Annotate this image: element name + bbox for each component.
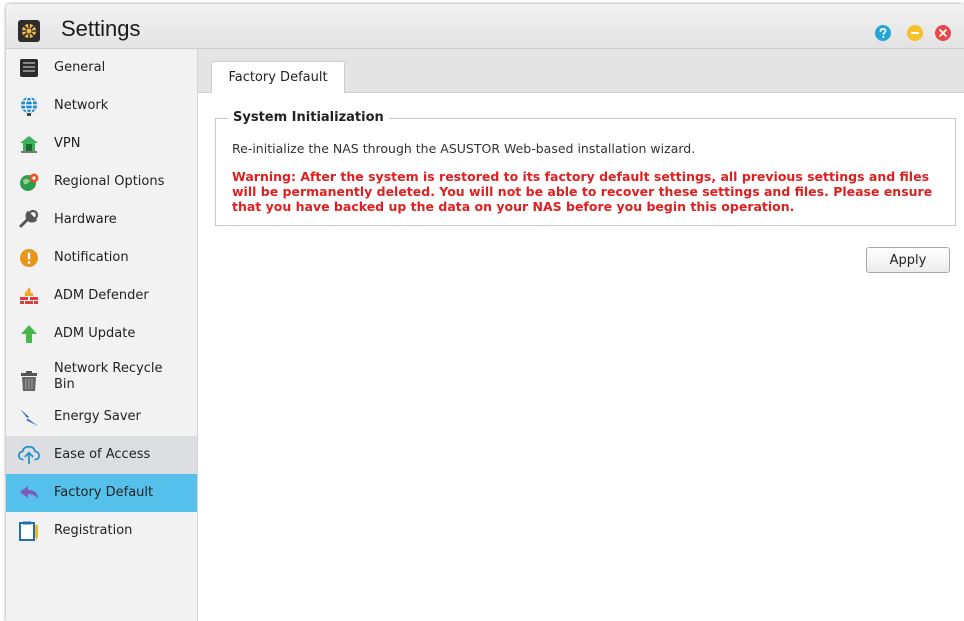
notification-icon	[18, 247, 40, 269]
network-globe-icon	[18, 95, 40, 117]
recycle-bin-icon	[18, 370, 40, 392]
adm-update-icon	[18, 323, 40, 345]
settings-app-icon	[18, 20, 40, 42]
sidebar-item-label: Regional Options	[54, 174, 165, 189]
sidebar-item-label: Network Recycle Bin	[54, 361, 163, 392]
sidebar-item-adm-update[interactable]: ADM Update	[6, 315, 197, 353]
vpn-icon	[18, 133, 40, 155]
adm-defender-icon	[18, 285, 40, 307]
sidebar-item-registration[interactable]: Registration	[6, 512, 197, 550]
sidebar-item-label: Energy Saver	[54, 409, 141, 424]
title-bar[interactable]: Settings	[6, 4, 964, 49]
sidebar-item-ease-of-access[interactable]: Ease of Access	[6, 436, 197, 474]
ease-of-access-icon	[18, 444, 40, 466]
sidebar-item-factory-default[interactable]: Factory Default	[6, 474, 197, 512]
warning-message: Warning: After the system is restored to…	[232, 169, 933, 214]
system-initialization-section: System Initialization Re-initialize the …	[215, 110, 956, 226]
tab-bar: Factory Default	[198, 49, 964, 93]
sidebar-item-regional-options[interactable]: Regional Options	[6, 163, 197, 201]
energy-saver-icon	[18, 406, 40, 428]
sidebar-item-label: Ease of Access	[54, 447, 151, 462]
sidebar: General Network VPN Regional Options Har…	[6, 49, 198, 621]
sidebar-item-network-recycle-bin[interactable]: Network Recycle Bin	[6, 353, 197, 401]
sidebar-item-label: VPN	[54, 136, 81, 151]
sidebar-item-label: Factory Default	[54, 485, 154, 500]
sidebar-item-label: ADM Defender	[54, 288, 149, 303]
sidebar-item-label: Network	[54, 98, 109, 113]
sidebar-item-network[interactable]: Network	[6, 87, 197, 125]
sidebar-item-adm-defender[interactable]: ADM Defender	[6, 277, 197, 315]
settings-window: Settings General Network VPN Regional Op…	[6, 4, 964, 621]
close-icon[interactable]	[935, 25, 951, 41]
general-icon	[18, 57, 40, 79]
apply-button[interactable]: Apply	[866, 247, 950, 273]
sidebar-item-label: Hardware	[54, 212, 117, 227]
sidebar-item-label: Notification	[54, 250, 129, 265]
section-title: System Initialization	[228, 110, 389, 125]
sidebar-item-label: General	[54, 60, 106, 75]
sidebar-item-hardware[interactable]: Hardware	[6, 201, 197, 239]
sidebar-item-general[interactable]: General	[6, 49, 197, 87]
help-icon[interactable]	[875, 25, 891, 41]
section-description: Re-initialize the NAS through the ASUSTO…	[232, 141, 696, 156]
sidebar-item-label: Registration	[54, 523, 133, 538]
main-content: Factory Default System Initialization Re…	[198, 49, 964, 621]
factory-default-icon	[18, 482, 40, 504]
sidebar-item-notification[interactable]: Notification	[6, 239, 197, 277]
sidebar-item-energy-saver[interactable]: Energy Saver	[6, 398, 197, 436]
regional-options-icon	[18, 171, 40, 193]
sidebar-item-label: ADM Update	[54, 326, 136, 341]
hardware-icon	[18, 209, 40, 231]
window-title: Settings	[61, 16, 141, 41]
tab-factory-default[interactable]: Factory Default	[211, 61, 345, 93]
registration-icon	[18, 520, 40, 542]
sidebar-item-vpn[interactable]: VPN	[6, 125, 197, 163]
minimize-icon[interactable]	[907, 25, 923, 41]
